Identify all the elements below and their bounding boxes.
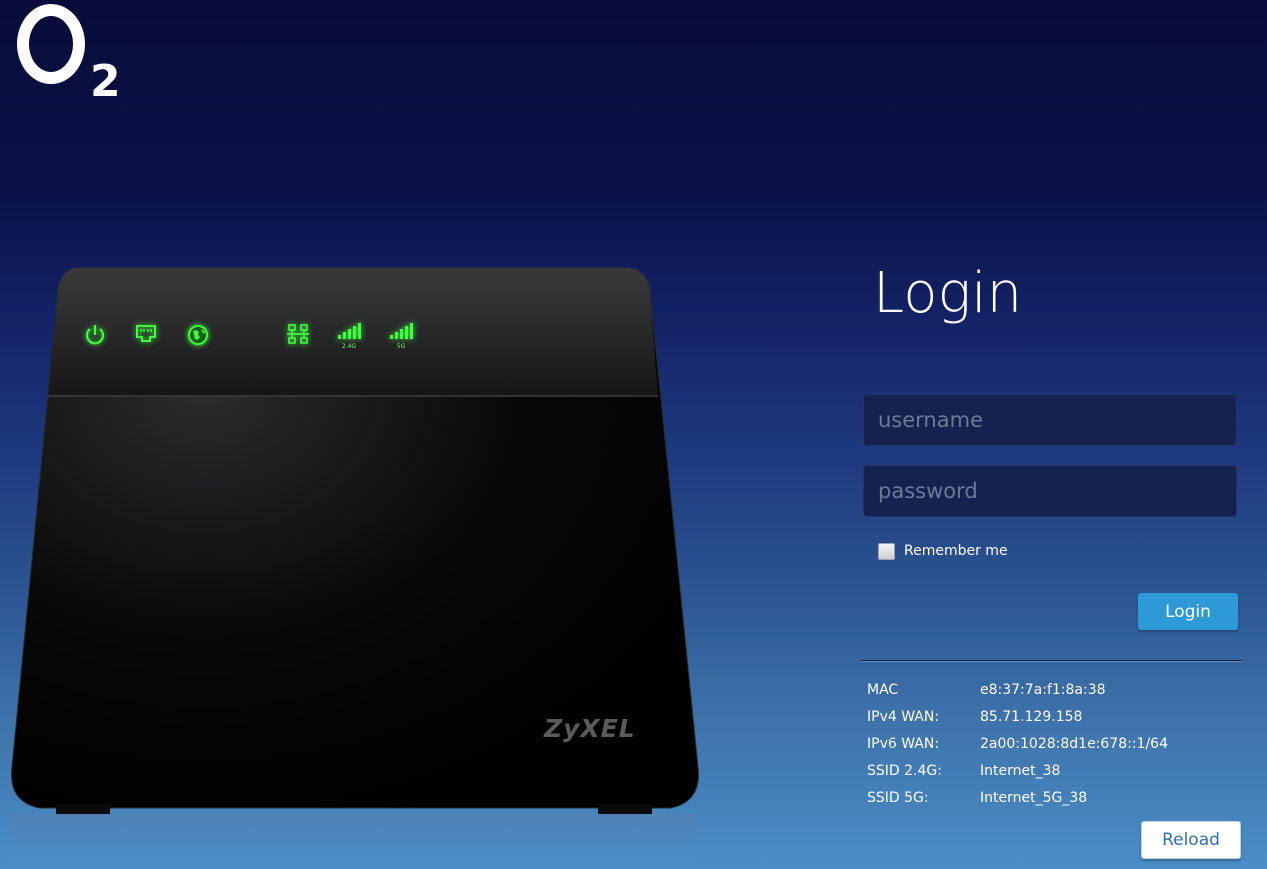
wifi-signal-icon: 2.4G: [334, 320, 364, 350]
device-info-table: MAC e8:37:7a:f1:8a:38 IPv4 WAN: 85.71.12…: [867, 676, 1237, 811]
remember-me-label: Remember me: [904, 543, 1008, 559]
password-input[interactable]: [863, 465, 1237, 517]
info-label: SSID 5G:: [867, 789, 929, 806]
info-value: Internet_38: [980, 762, 1061, 779]
info-value: Internet_5G_38: [980, 789, 1088, 806]
led-label-5g: 5G: [396, 343, 406, 350]
logo-digit-2: 2: [90, 56, 121, 107]
page-title: Login: [873, 261, 1023, 326]
divider: [861, 660, 1242, 662]
globe-icon: [183, 320, 213, 350]
o2-logo: 2: [14, 4, 124, 104]
login-button[interactable]: Login: [1138, 593, 1238, 630]
logo-letter-o: [17, 4, 85, 84]
wifi-signal-icon: 5G: [386, 320, 416, 350]
username-input[interactable]: [863, 394, 1237, 446]
info-row-ipv6: IPv6 WAN: 2a00:1028:8d1e:678::1/64: [867, 730, 1237, 757]
remember-me-row[interactable]: Remember me: [878, 541, 1008, 561]
info-value: 2a00:1028:8d1e:678::1/64: [980, 735, 1168, 752]
power-icon: [80, 320, 110, 350]
ethernet-icon: [131, 320, 161, 350]
info-label: IPv6 WAN:: [867, 735, 940, 752]
led-label-24g: 2.4G: [341, 343, 357, 350]
info-row-ipv4: IPv4 WAN: 85.71.129.158: [867, 703, 1237, 730]
remember-me-checkbox[interactable]: [878, 542, 895, 560]
info-value: 85.71.129.158: [980, 708, 1083, 725]
lan-icon: [283, 320, 313, 350]
info-label: MAC: [867, 681, 899, 698]
reload-button[interactable]: Reload: [1141, 821, 1241, 859]
info-row-ssid-24: SSID 2.4G: Internet_38: [867, 757, 1237, 784]
info-label: IPv4 WAN:: [867, 708, 940, 725]
info-row-mac: MAC e8:37:7a:f1:8a:38: [867, 676, 1237, 703]
router-image: 2.4G 5G ZyXEL: [0, 262, 710, 869]
device-brand: ZyXEL: [544, 714, 636, 743]
info-label: SSID 2.4G:: [867, 762, 942, 779]
router-body: [11, 267, 699, 869]
info-value: e8:37:7a:f1:8a:38: [980, 681, 1106, 698]
info-row-ssid-5: SSID 5G: Internet_5G_38: [867, 784, 1237, 811]
